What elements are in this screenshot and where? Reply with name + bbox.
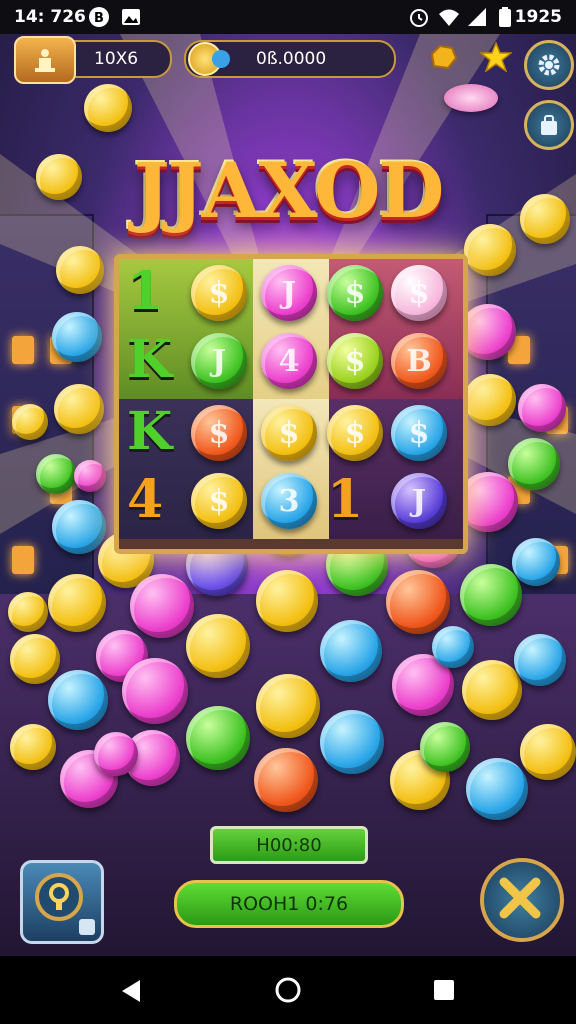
board-cell: J <box>261 265 317 321</box>
scattered-coin <box>460 564 522 626</box>
scattered-coin <box>8 592 48 632</box>
bag-icon <box>541 115 557 135</box>
gold-nugget-icon[interactable] <box>428 44 458 70</box>
back-icon[interactable] <box>118 978 144 1004</box>
floating-chip <box>444 84 498 112</box>
level-value: 10X6 <box>94 49 139 69</box>
board-cell: K <box>127 401 173 462</box>
scattered-coin <box>74 460 106 492</box>
wifi-icon <box>439 9 459 26</box>
board-cell: B <box>391 333 447 389</box>
slot-board: 1 $ J $ $ K J 4 $ B K $ $ $ $4 $3 1 J <box>114 254 468 554</box>
scattered-coin <box>36 454 76 494</box>
scattered-coin <box>52 312 102 362</box>
scattered-coin <box>320 710 384 774</box>
game-title: JJAXOD <box>133 146 445 235</box>
battery-icon <box>499 7 511 27</box>
scattered-coin <box>386 570 450 634</box>
board-cell: $ <box>191 405 247 461</box>
gem-icon <box>212 50 230 68</box>
board-cell: $ <box>191 265 247 321</box>
board-cell: $ <box>391 265 447 321</box>
board-cell: $ <box>327 333 383 389</box>
scattered-coin <box>514 634 566 686</box>
scattered-coin <box>420 722 470 772</box>
board-cell: J <box>391 473 447 529</box>
scattered-coin <box>512 538 560 586</box>
scattered-coin <box>464 374 516 426</box>
scattered-coin <box>48 574 106 632</box>
scattered-coin <box>508 438 560 490</box>
board-cell: J <box>191 333 247 389</box>
board-cell: $ <box>261 405 317 461</box>
board-cell: 1 <box>327 469 364 530</box>
scattered-coin <box>520 194 570 244</box>
alarm-icon <box>410 9 428 27</box>
scattered-coin <box>36 154 82 200</box>
signal-icon <box>468 8 486 26</box>
scattered-coin <box>254 748 318 812</box>
profile-button[interactable] <box>20 860 104 944</box>
timer-counter[interactable]: H00:80 <box>210 826 368 864</box>
scattered-coin <box>10 634 60 684</box>
scattered-coin <box>56 246 104 294</box>
ring-icon <box>35 873 95 935</box>
scattered-coin <box>48 670 108 730</box>
spin-tools-button[interactable] <box>480 858 564 942</box>
status-bar: 14: 726 B 1925 <box>0 0 576 34</box>
status-time: 14: 726 <box>14 7 86 27</box>
scattered-coin <box>520 724 576 780</box>
scattered-coin <box>518 384 566 432</box>
scattered-coin <box>460 304 516 360</box>
board-cell: K <box>127 329 173 390</box>
circle-b-icon: B <box>89 7 109 27</box>
scattered-coin <box>320 620 382 682</box>
scattered-coin <box>54 384 104 434</box>
board-cell: 4 <box>127 469 164 530</box>
scattered-coin <box>432 626 474 668</box>
board-cell: $ <box>191 473 247 529</box>
trophy-icon <box>14 36 76 84</box>
scattered-coin <box>94 732 138 776</box>
board-cell: 3 <box>261 473 317 529</box>
room-button[interactable]: ROOH1 0:76 <box>174 880 404 928</box>
gear-icon <box>538 54 560 76</box>
scattered-coin <box>84 84 132 132</box>
board-cell: $ <box>391 405 447 461</box>
home-icon[interactable] <box>274 976 302 1004</box>
status-right-time: 1925 <box>514 7 562 27</box>
scattered-coin <box>10 724 56 770</box>
scattered-coin <box>12 404 48 440</box>
star-icon[interactable] <box>480 42 512 72</box>
board-cell: $ <box>327 265 383 321</box>
game-scene: 10X6 0ß.0000 JJAXOD 1 $ J $ $ K J 4 $ B K $ $ $ $4 $3 1 J… <box>0 34 576 956</box>
coin-balance: 0ß.0000 <box>256 49 327 69</box>
scattered-coin <box>256 570 318 632</box>
scattered-coin <box>122 658 188 724</box>
crossed-tools-icon <box>499 877 541 919</box>
recents-icon[interactable] <box>432 978 456 1002</box>
scattered-coin <box>52 500 106 554</box>
level-pill[interactable]: 10X6 <box>14 36 172 84</box>
board-cell: $ <box>327 405 383 461</box>
scattered-coin <box>256 674 320 738</box>
scattered-coin <box>130 574 194 638</box>
scattered-coin <box>462 660 522 720</box>
scattered-coin <box>186 706 250 770</box>
bag-button[interactable] <box>524 100 574 150</box>
navigation-bar <box>0 956 576 1024</box>
board-cell: 1 <box>127 261 164 322</box>
settings-button[interactable] <box>524 40 574 90</box>
scattered-coin <box>466 758 528 820</box>
svg-text:B: B <box>94 11 104 26</box>
board-cell: 4 <box>261 333 317 389</box>
coin-balance-pill[interactable]: 0ß.0000 <box>184 40 396 78</box>
scattered-coin <box>186 614 250 678</box>
photo-icon <box>122 9 140 25</box>
